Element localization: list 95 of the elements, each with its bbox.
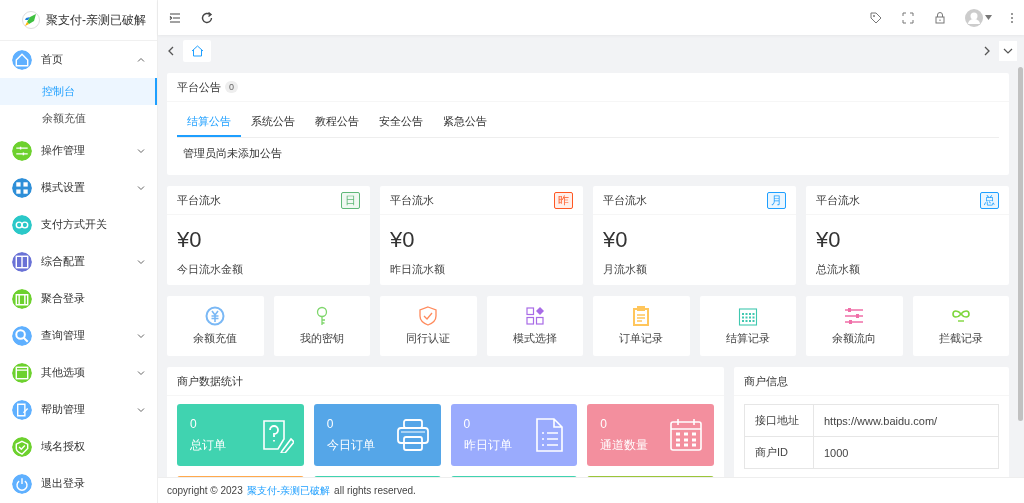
amount-value: ¥0: [177, 227, 203, 253]
nav-label: 首页: [41, 52, 64, 67]
table-cell: 接口地址: [744, 404, 814, 437]
card-title: 平台流水: [603, 192, 647, 208]
nav-label: 其他选项: [41, 365, 86, 380]
shortcut-label: 余额流向: [832, 331, 877, 346]
nav-item[interactable]: 综合配置: [0, 243, 157, 280]
nav-label: 查询管理: [41, 328, 86, 343]
tab-dropdown-button[interactable]: [999, 41, 1017, 61]
table-cell: 1000: [813, 436, 999, 469]
card-title: 平台公告: [177, 79, 221, 95]
stat-label: 月流水额: [603, 262, 648, 277]
shortcut-tile[interactable]: 同行认证: [380, 296, 477, 356]
nav-label: 帮助管理: [41, 402, 86, 417]
nav-label: 综合配置: [41, 254, 86, 269]
nav-label: 操作管理: [41, 143, 86, 158]
tab[interactable]: 紧急公告: [433, 106, 497, 137]
stat-label: 今日订单: [326, 436, 376, 454]
stat-value: 0: [600, 416, 608, 431]
shortcut-label: 我的密钥: [299, 331, 344, 346]
nav-label: 域名授权: [41, 439, 86, 454]
shortcut-tile[interactable]: 拦截记录: [912, 296, 1009, 356]
tag-icon[interactable]: [869, 10, 883, 25]
shortcut-label: 余额充值: [193, 331, 238, 346]
rocket-icon: [22, 11, 40, 29]
tab[interactable]: 教程公告: [305, 106, 369, 137]
copyright-text: all rights reserved.: [334, 485, 416, 496]
chevron-left-icon[interactable]: [167, 46, 175, 56]
chevron-down-icon: [1003, 48, 1013, 54]
card-title: 商户信息: [744, 373, 788, 389]
shortcut-label: 订单记录: [619, 331, 664, 346]
shortcut-label: 拦截记录: [938, 331, 983, 346]
stat-value: 0: [326, 416, 335, 431]
shortcut-label: 同行认证: [406, 331, 451, 346]
table-cell: https://www.baidu.com/: [813, 404, 999, 437]
nav-item[interactable]: 首页: [0, 41, 157, 78]
home-icon: [190, 45, 204, 57]
nav-item[interactable]: 聚合登录: [0, 280, 157, 317]
nav-item[interactable]: 操作管理: [0, 132, 157, 169]
home-tab[interactable]: [183, 40, 211, 62]
shortcut-tile[interactable]: 结算记录: [699, 296, 796, 356]
stat-label: 昨日流水额: [390, 262, 446, 277]
printer-icon: [394, 417, 431, 453]
count-badge: 0: [225, 81, 238, 93]
shortcut-tile[interactable]: 余额充值: [167, 296, 264, 356]
nav-item[interactable]: 支付方式开关: [0, 206, 157, 243]
card-title: 平台流水: [816, 192, 860, 208]
shortcut-tile[interactable]: 订单记录: [593, 296, 690, 356]
tab[interactable]: 安全公告: [369, 106, 433, 137]
copyright-text: copyright © 2023: [167, 485, 243, 496]
period-badge: 月: [767, 191, 786, 209]
nav-item[interactable]: 域名授权: [0, 428, 157, 465]
shortcut-tile[interactable]: 我的密钥: [273, 296, 370, 356]
tab[interactable]: 系统公告: [241, 106, 305, 137]
amount-value: ¥0: [390, 227, 416, 253]
table-cell: 商户ID: [744, 436, 814, 469]
nav-label: 聚合登录: [41, 291, 86, 306]
nav-item[interactable]: 查询管理: [0, 317, 157, 354]
nav-label: 退出登录: [41, 476, 86, 491]
stat-label: 今日流水金额: [177, 262, 244, 277]
card-title: 商户数据统计: [177, 373, 243, 389]
stat-label: 总订单: [190, 436, 227, 454]
period-badge: 昨: [554, 191, 573, 209]
amount-value: ¥0: [816, 227, 842, 253]
nav-item[interactable]: 其他选项: [0, 354, 157, 391]
submenu-item[interactable]: 余额充值: [0, 105, 157, 132]
card-title: 平台流水: [177, 192, 221, 208]
stat-label: 通道数量: [600, 436, 650, 454]
refresh-icon[interactable]: [200, 10, 214, 25]
notice-message: 管理员尚未添加公告: [182, 146, 283, 161]
shortcut-tile[interactable]: 余额流向: [806, 296, 903, 356]
more-icon[interactable]: [1010, 11, 1014, 24]
nav-item[interactable]: 模式设置: [0, 169, 157, 206]
scrollbar[interactable]: [1018, 67, 1023, 421]
period-badge: 日: [341, 191, 360, 209]
brand-name: 聚支付-亲测已破解: [46, 11, 146, 29]
period-badge: 总: [980, 191, 999, 209]
shortcut-label: 模式选择: [512, 331, 557, 346]
card-title: 平台流水: [390, 192, 434, 208]
nav-item[interactable]: 帮助管理: [0, 391, 157, 428]
stat-value: 0: [463, 416, 472, 431]
nav-label: 支付方式开关: [41, 217, 108, 232]
caret-down-icon[interactable]: [985, 15, 992, 20]
shortcut-tile[interactable]: 模式选择: [486, 296, 583, 356]
nav-label: 模式设置: [41, 180, 86, 195]
calendar-icon: [668, 417, 704, 453]
stat-label: 总流水额: [816, 262, 861, 277]
amount-value: ¥0: [603, 227, 629, 253]
stat-label: 昨日订单: [463, 436, 513, 454]
shortcut-label: 结算记录: [725, 331, 770, 346]
chevron-right-icon[interactable]: [983, 46, 991, 56]
stat-value: 0: [190, 416, 198, 431]
lock-icon[interactable]: [933, 10, 947, 25]
menu-icon[interactable]: [168, 10, 182, 25]
nav-item[interactable]: 退出登录: [0, 465, 157, 502]
